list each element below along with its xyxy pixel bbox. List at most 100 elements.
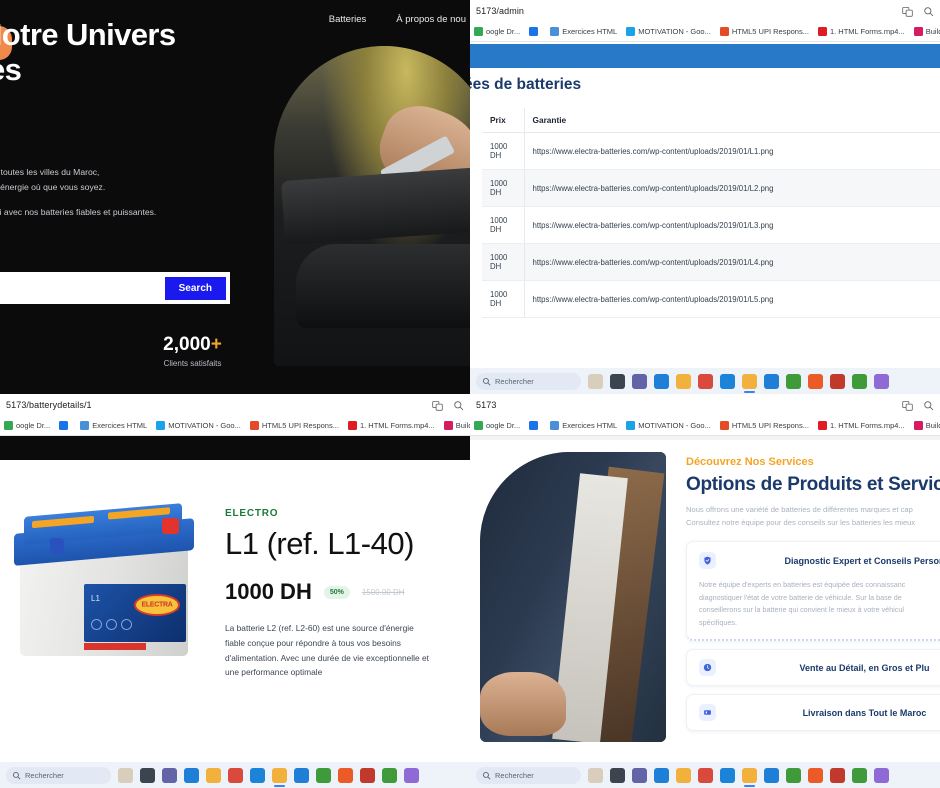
- file-explorer-dark-icon[interactable]: [610, 373, 625, 389]
- windows-taskbar[interactable]: Rechercher: [0, 762, 470, 788]
- cell-prix: 1000 DH: [482, 206, 525, 244]
- file-explorer-icon[interactable]: [676, 373, 691, 389]
- bookmark-item[interactable]: 1. HTML Forms.mp4...: [817, 27, 905, 36]
- bookmark-item[interactable]: Exercices HTML: [550, 421, 617, 430]
- bookmarks-bar[interactable]: oogle Dr... Exercices HTML MOTIVATION - Go…: [0, 416, 470, 436]
- microsoft-store-icon[interactable]: [228, 767, 243, 783]
- widget-icon[interactable]: [118, 767, 133, 783]
- taskbar-search[interactable]: Rechercher: [6, 766, 111, 784]
- product-old-price: 1500.00 DH: [361, 587, 405, 597]
- teams-icon[interactable]: [632, 373, 647, 389]
- windows-taskbar[interactable]: Rechercher: [470, 762, 940, 788]
- brave-icon[interactable]: [338, 767, 353, 783]
- widget-icon[interactable]: [588, 373, 603, 389]
- file-explorer-dark-icon[interactable]: [140, 767, 155, 783]
- mysql-workbench-icon[interactable]: [830, 767, 845, 783]
- mysql-workbench-icon[interactable]: [830, 373, 845, 389]
- vscode-icon[interactable]: [764, 373, 779, 389]
- green-app-icon[interactable]: [786, 373, 801, 389]
- battery-red-stripe: [84, 643, 146, 650]
- file-explorer-icon[interactable]: [206, 767, 221, 783]
- omnibox[interactable]: 5173/admin: [470, 0, 940, 22]
- bookmark-item[interactable]: [529, 27, 541, 36]
- search-icon[interactable]: [923, 6, 934, 17]
- microsoft-store-icon[interactable]: [698, 373, 713, 389]
- search-icon[interactable]: [923, 400, 934, 411]
- teams-icon[interactable]: [632, 767, 647, 783]
- bookmark-item[interactable]: HTML5 UPI Respons...: [249, 421, 339, 430]
- chrome-icon[interactable]: [742, 373, 757, 393]
- service-card-livraison[interactable]: Livraison dans Tout le Maroc: [686, 694, 940, 732]
- file-explorer-icon[interactable]: [676, 767, 691, 783]
- taskbar-search[interactable]: Rechercher: [476, 766, 581, 784]
- bookmark-item[interactable]: Exercices HTML: [80, 421, 147, 430]
- figma-icon[interactable]: [874, 767, 889, 783]
- hero-photo-mechanic: [274, 46, 470, 366]
- green-app-2-icon[interactable]: [852, 373, 867, 389]
- bookmark-item[interactable]: oogle Dr...: [4, 421, 50, 430]
- chrome-icon[interactable]: [742, 767, 757, 787]
- vscode-icon[interactable]: [294, 767, 309, 783]
- green-app-icon[interactable]: [786, 767, 801, 783]
- figma-icon[interactable]: [404, 767, 419, 783]
- omnibox[interactable]: 5173: [470, 394, 940, 416]
- panel-admin: 5173/admin oogle Dr... Exercices HTML MOTI…: [470, 0, 940, 394]
- mysql-workbench-icon[interactable]: [360, 767, 375, 783]
- omnibox[interactable]: 5173/batterydetails/1: [0, 394, 470, 416]
- file-explorer-dark-icon[interactable]: [610, 767, 625, 783]
- microsoft-store-icon[interactable]: [698, 767, 713, 783]
- edge-icon[interactable]: [184, 767, 199, 783]
- bookmark-item[interactable]: HTML5 UPI Respons...: [719, 421, 809, 430]
- bookmarks-bar[interactable]: oogle Dr... Exercices HTML MOTIVATION - Go…: [470, 22, 940, 42]
- bookmark-label: oogle Dr...: [486, 421, 521, 430]
- translate-icon[interactable]: [902, 6, 913, 17]
- drive-icon: [474, 421, 483, 430]
- bookmark-item[interactable]: MOTIVATION - Goo...: [626, 27, 711, 36]
- hero-search-bar[interactable]: Search: [0, 272, 230, 304]
- edge-icon[interactable]: [654, 767, 669, 783]
- search-icon: [12, 771, 21, 779]
- vscode-icon[interactable]: [764, 767, 779, 783]
- bookmark-item[interactable]: [59, 421, 71, 430]
- bookmark-item[interactable]: Exercices HTML: [550, 27, 617, 36]
- search-icon[interactable]: [453, 400, 464, 411]
- bookmark-item[interactable]: MOTIVATION - Goo...: [156, 421, 241, 430]
- green-app-2-icon[interactable]: [382, 767, 397, 783]
- mail-icon[interactable]: [250, 767, 265, 783]
- bookmark-item[interactable]: Build modern respo...: [443, 421, 470, 430]
- bookmark-label: oogle Dr...: [16, 421, 51, 430]
- service-card-diagnostic[interactable]: Diagnostic Expert et Conseils Person Not…: [686, 541, 940, 642]
- bookmark-item[interactable]: 1. HTML Forms.mp4...: [347, 421, 435, 430]
- screenshot-grid: Batteries À propos de nou Notre Univers …: [0, 0, 940, 788]
- bookmark-item[interactable]: oogle Dr...: [474, 421, 520, 430]
- taskbar-search[interactable]: Rechercher: [476, 372, 581, 390]
- bookmark-item[interactable]: HTML5 UPI Respons...: [719, 27, 809, 36]
- bookmark-item[interactable]: Build modern respo...: [913, 421, 940, 430]
- translate-icon[interactable]: [432, 400, 443, 411]
- widget-icon[interactable]: [588, 767, 603, 783]
- green-app-icon[interactable]: [316, 767, 331, 783]
- mail-icon[interactable]: [720, 373, 735, 389]
- brave-icon[interactable]: [808, 767, 823, 783]
- bookmarks-bar[interactable]: oogle Dr... Exercices HTML MOTIVATION - Go…: [470, 416, 940, 436]
- nav-item-about[interactable]: À propos de nou: [396, 14, 466, 25]
- teams-icon[interactable]: [162, 767, 177, 783]
- service-card-vente[interactable]: Vente au Détail, en Gros et Plu: [686, 649, 940, 687]
- battery-negative-terminal: [50, 538, 64, 554]
- bookmark-item[interactable]: Build modern respo...: [913, 27, 940, 36]
- mail-icon[interactable]: [720, 767, 735, 783]
- bookmark-item[interactable]: [529, 421, 541, 430]
- service-card-header: Livraison dans Tout le Maroc: [699, 704, 940, 722]
- edge-icon[interactable]: [654, 373, 669, 389]
- nav-item-batteries[interactable]: Batteries: [329, 14, 367, 25]
- windows-taskbar[interactable]: Rechercher: [470, 368, 940, 394]
- bookmark-item[interactable]: 1. HTML Forms.mp4...: [817, 421, 905, 430]
- bookmark-item[interactable]: MOTIVATION - Goo...: [626, 421, 711, 430]
- brave-icon[interactable]: [808, 373, 823, 389]
- search-button[interactable]: Search: [164, 276, 226, 300]
- chrome-icon[interactable]: [272, 767, 287, 787]
- green-app-2-icon[interactable]: [852, 767, 867, 783]
- translate-icon[interactable]: [902, 400, 913, 411]
- bookmark-item[interactable]: oogle Dr...: [474, 27, 520, 36]
- figma-icon[interactable]: [874, 373, 889, 389]
